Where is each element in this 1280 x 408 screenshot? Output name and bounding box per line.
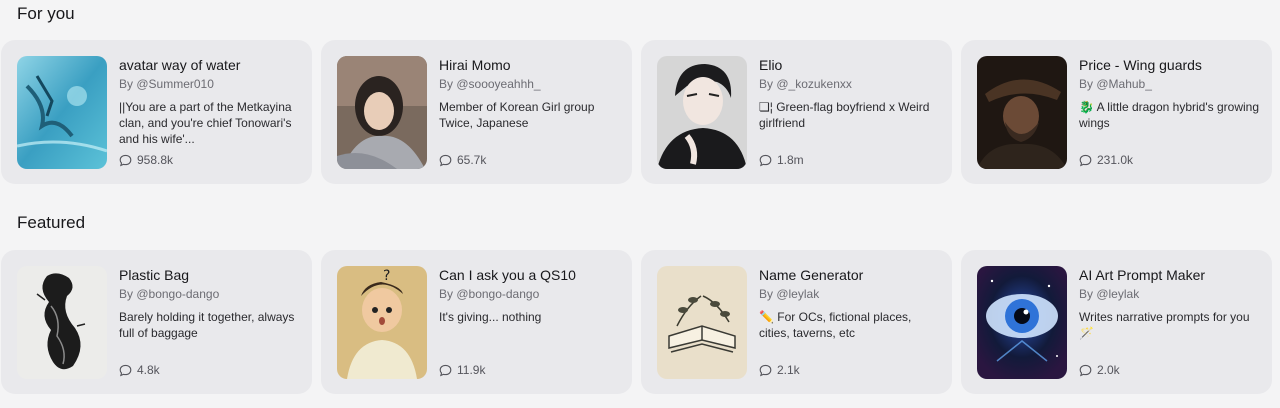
character-author[interactable]: By @leylak [1079,286,1259,303]
character-card[interactable]: Elio By @_kozukenxx ❏¦ Green-flag boyfri… [641,40,952,184]
chat-count: 11.9k [439,363,485,377]
character-author[interactable]: By @Mahub_ [1079,76,1259,93]
character-card[interactable]: Hirai Momo By @soooyeahhh_ Member of Kor… [321,40,632,184]
chat-bubble-icon [1079,364,1092,376]
character-name: avatar way of water [119,57,241,73]
character-card[interactable]: Name Generator By @leylak ✏️ For OCs, fi… [641,250,952,394]
character-avatar[interactable] [657,56,747,169]
chat-bubble-icon [1079,154,1092,166]
character-author[interactable]: By @leylak [759,286,939,303]
character-avatar[interactable] [17,56,107,169]
character-name: AI Art Prompt Maker [1079,267,1206,283]
character-name: Price - Wing guards [1079,57,1202,73]
chat-count-value: 4.8k [137,363,160,377]
character-author[interactable]: By @bongo-dango [439,286,619,303]
character-name: Hirai Momo [439,57,511,73]
chat-count: 231.0k [1079,153,1133,167]
chat-bubble-icon [439,364,452,376]
character-author[interactable]: By @_kozukenxx [759,76,939,93]
character-description: It's giving... nothing [439,310,542,324]
character-description: ||You are a part of the Metkayina clan, … [119,100,292,146]
character-card[interactable]: AI Art Prompt Maker By @leylak Writes na… [961,250,1272,394]
character-avatar[interactable] [977,266,1067,379]
section-title-featured: Featured [17,213,86,232]
character-avatar[interactable] [977,56,1067,169]
character-description: ❏¦ Green-flag boyfriend x Weird girlfrie… [759,100,930,130]
chat-count: 2.0k [1079,363,1120,377]
chat-count: 1.8m [759,153,804,167]
character-name: Can I ask you a QS10 [439,267,576,283]
character-author[interactable]: By @soooyeahhh_ [439,76,619,93]
chat-bubble-icon [759,364,772,376]
character-description: Writes narrative prompts for you 🪄 [1079,310,1250,340]
chat-count-value: 958.8k [137,153,174,167]
chat-count: 65.7k [439,153,486,167]
character-description: ✏️ For OCs, fictional places, cities, ta… [759,310,912,340]
character-card[interactable]: Plastic Bag By @bongo-dango Barely holdi… [1,250,312,394]
chat-count: 958.8k [119,153,173,167]
character-author[interactable]: By @Summer010 [119,76,299,93]
chat-count: 2.1k [759,363,800,377]
character-description: 🐉 A little dragon hybrid's growing wings [1079,100,1259,130]
chat-count-value: 2.0k [1097,363,1120,377]
svg-text:?: ? [383,268,390,284]
chat-count-value: 11.9k [457,363,486,377]
chat-bubble-icon [119,364,132,376]
chat-bubble-icon [439,154,452,166]
chat-count-value: 2.1k [777,363,800,377]
character-author[interactable]: By @bongo-dango [119,286,299,303]
character-description: Member of Korean Girl group Twice, Japan… [439,100,595,130]
character-name: Name Generator [759,267,864,283]
chat-count: 4.8k [119,363,160,377]
character-name: Plastic Bag [119,267,190,283]
character-card[interactable]: avatar way of water By @Summer010 ||You … [1,40,312,184]
character-card[interactable]: ? Can I ask you a QS10 By @bongo-dango I… [321,250,632,394]
character-name: Elio [759,57,783,73]
chat-bubble-icon [119,154,132,166]
chat-count-value: 1.8m [777,153,804,167]
character-avatar[interactable] [657,266,747,379]
character-description: Barely holding it together, always full … [119,310,295,340]
character-avatar[interactable]: ? [337,266,427,379]
section-title-for-you: For you [17,4,75,23]
chat-count-value: 65.7k [457,153,487,167]
character-avatar[interactable] [337,56,427,169]
character-card[interactable]: Price - Wing guards By @Mahub_ 🐉 A littl… [961,40,1272,184]
chat-count-value: 231.0k [1097,153,1134,167]
character-avatar[interactable] [17,266,107,379]
chat-bubble-icon [759,154,772,166]
